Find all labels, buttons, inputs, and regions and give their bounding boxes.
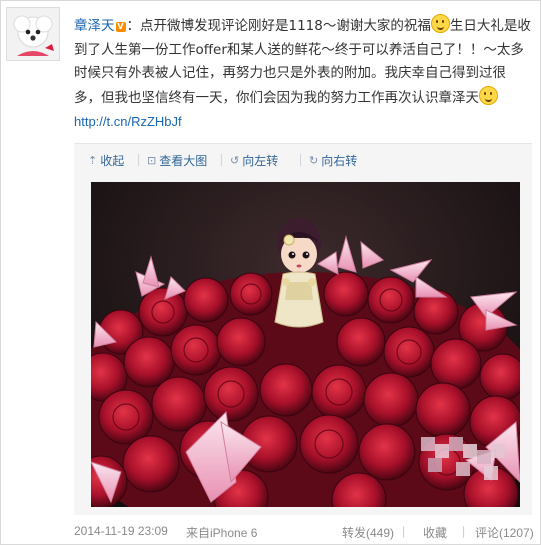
doll-and-roses-photo	[65, 182, 541, 545]
post-source[interactable]: 来自iPhone 6	[186, 524, 257, 541]
post-text: 章泽天 V ：点开微博发现评论刚好是1118～谢谢大家的祝福 生日大礼是收到了人生第一…	[74, 14, 532, 135]
username-link[interactable]: 章泽天	[74, 18, 115, 34]
image-toolbar: ⇡ 收起 ⊡ 查看大图 ↺ 向左转 ↻ 向右转	[74, 143, 532, 176]
post-timestamp[interactable]: 2014-11-19 23:09	[74, 524, 168, 538]
rotate-right-button[interactable]: ↻ 向右转	[309, 152, 357, 169]
footer-divider: |	[402, 524, 406, 538]
toolbar-divider	[138, 154, 139, 166]
comment-button[interactable]: 评论(1207)	[475, 524, 534, 541]
verified-badge-icon: V	[115, 22, 126, 32]
footer-divider: |	[462, 524, 466, 538]
post-photo[interactable]	[65, 182, 541, 545]
collapse-button[interactable]: ⇡ 收起	[88, 152, 124, 169]
repost-button[interactable]: 转发(449)	[342, 524, 394, 541]
shy-smile-emoji-icon	[430, 14, 450, 33]
post-text-part-1: ：点开微博发现评论刚好是1118～谢谢大家的祝福	[126, 18, 431, 34]
magnify-icon: ⊡	[147, 154, 157, 167]
view-large-label: 查看大图	[159, 154, 208, 168]
toolbar-divider	[300, 154, 301, 166]
rotate-left-icon: ↺	[230, 154, 240, 167]
view-large-button[interactable]: ⊡ 查看大图	[147, 152, 207, 169]
smile-emoji-icon	[479, 85, 498, 105]
rotate-left-button[interactable]: ↺ 向左转	[230, 152, 278, 169]
favorite-button[interactable]: 收藏	[423, 524, 447, 541]
photo-container	[65, 175, 541, 545]
rotate-right-label: 向右转	[321, 154, 358, 168]
arrow-up-icon: ⇡	[88, 154, 98, 167]
rotate-right-icon: ↻	[309, 154, 319, 167]
user-avatar[interactable]	[6, 7, 60, 61]
rotate-left-label: 向左转	[242, 154, 279, 168]
collapse-label: 收起	[100, 154, 125, 168]
post-footer: 2014-11-19 23:09 来自iPhone 6 转发(449) | 收藏…	[74, 524, 536, 542]
toolbar-divider	[221, 154, 222, 166]
poodle-avatar-icon	[7, 8, 59, 60]
short-url-link[interactable]: http://t.cn/RzZHbJf	[74, 114, 182, 129]
